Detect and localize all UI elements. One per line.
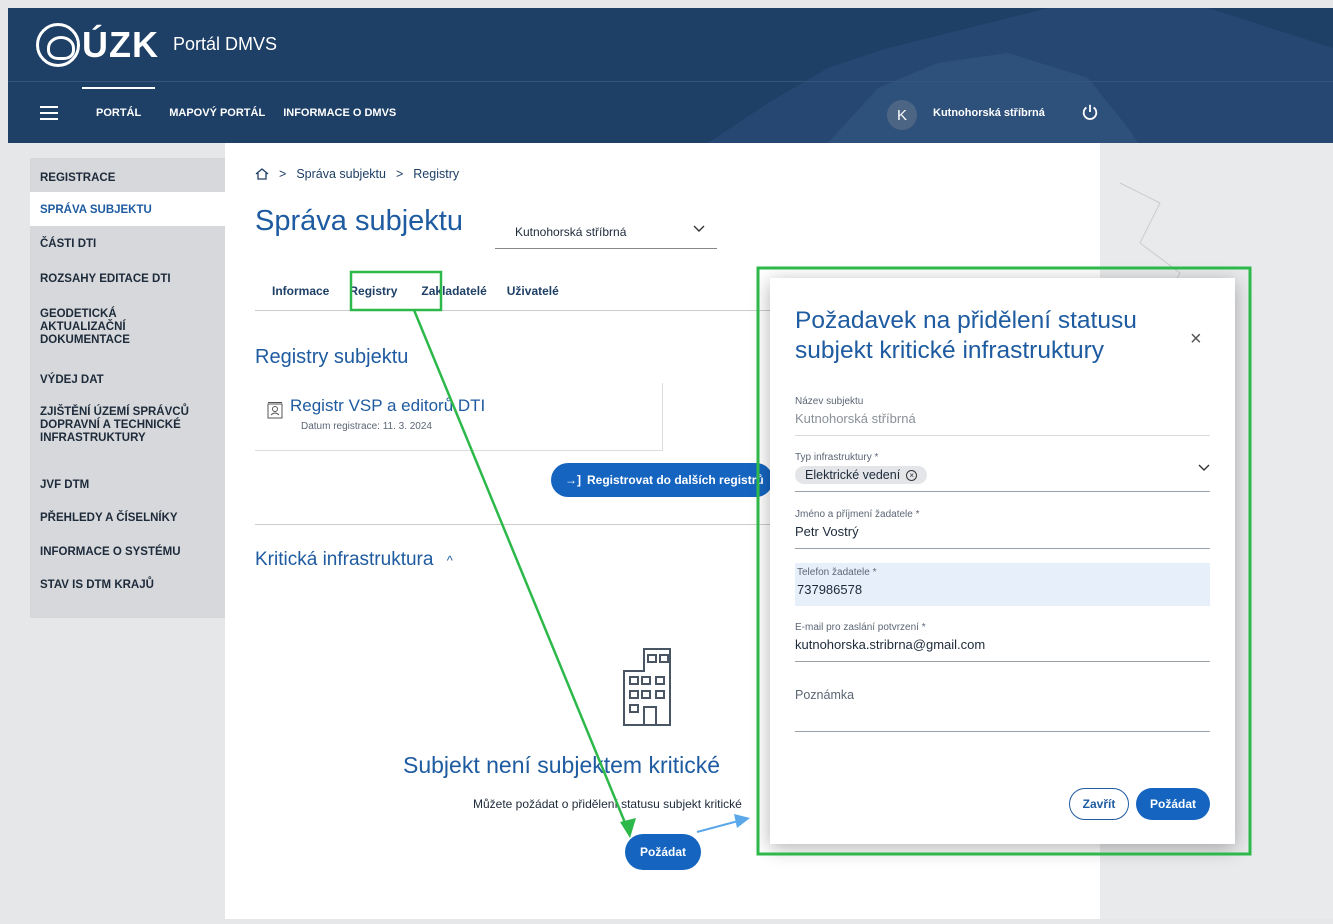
chevron-right-icon: >	[395, 167, 404, 181]
sidebar-item-rozsahy[interactable]: ROZSAHY EDITACE DTI	[30, 273, 225, 286]
subject-select[interactable]: Kutnohorská stříbrná	[495, 213, 717, 249]
applicant-name-label: Jméno a příjmení žadatele *	[795, 509, 920, 520]
breadcrumb-item-registry[interactable]: Registry	[413, 167, 459, 181]
user-avatar[interactable]: K	[887, 100, 917, 130]
subject-name-value: Kutnohorská stříbrná	[795, 411, 916, 426]
close-icon[interactable]: ×	[1190, 328, 1202, 351]
portal-name: Portál DMVS	[173, 34, 278, 54]
infra-type-chip-label: Elektrické vedení	[805, 468, 901, 482]
sidebar-item-casti-dti[interactable]: ČÁSTI DTI	[30, 238, 225, 251]
registry-card[interactable]: Registr VSP a editorů DTI Datum registra…	[255, 383, 663, 451]
sidebar-item-zjisteni[interactable]: ZJIŠTĚNÍ ÚZEMÍ SPRÁVCŮ DOPRAVNÍ A TECHNI…	[30, 406, 225, 445]
logo-emblem-icon	[36, 22, 80, 67]
dialog-title: Požadavek na přidělení statusu subjekt k…	[795, 307, 1137, 364]
nav-portal[interactable]: PORTÁL	[81, 83, 156, 143]
critical-section-label: Kritická infrastruktura	[255, 549, 434, 570]
cuzk-logo[interactable]: ÚZK	[36, 22, 159, 67]
chevron-up-icon: ^	[446, 553, 453, 568]
chevron-down-icon	[693, 225, 705, 232]
email-field[interactable]: E-mail pro zaslání potvrzení * kutnohors…	[795, 622, 1210, 662]
sidebar-item-jvf[interactable]: JVF DTM	[30, 479, 225, 492]
chevron-down-icon	[1198, 464, 1210, 471]
subject-name-label: Název subjektu	[795, 396, 864, 407]
applicant-phone-label: Telefon žadatele *	[797, 567, 877, 578]
registry-card-icon	[267, 402, 283, 419]
main-nav: PORTÁL MAPOVÝ PORTÁL INFORMACE O DMVS K …	[8, 83, 1333, 143]
tab-uzivatele[interactable]: Uživatelé	[507, 284, 559, 310]
nav-map-portal[interactable]: MAPOVÝ PORTÁL	[169, 83, 265, 143]
note-field[interactable]: Poznámka	[795, 688, 1210, 732]
breadcrumb-item-sprava[interactable]: Správa subjektu	[296, 167, 386, 181]
critical-section-title[interactable]: Kritická infrastruktura ^	[255, 549, 453, 571]
applicant-name-field[interactable]: Jméno a příjmení žadatele * Petr Vostrý	[795, 509, 1210, 549]
subject-name-field: Název subjektu Kutnohorská stříbrná	[795, 396, 1210, 436]
register-more-button[interactable]: →] Registrovat do dalších registrů	[551, 463, 773, 497]
empty-state-text: Můžete požádat o přidělení statusu subje…	[473, 797, 742, 811]
sidebar-item-vydej-dat[interactable]: VÝDEJ DAT	[30, 374, 225, 387]
tab-registry[interactable]: Registry	[349, 284, 397, 310]
sidebar-item-informace[interactable]: INFORMACE O SYSTÉMU	[30, 546, 225, 559]
sidebar-item-sprava-subjektu[interactable]: SPRÁVA SUBJEKTU	[30, 192, 225, 226]
infra-type-select[interactable]: Typ infrastruktury * Elektrické vedení ×	[795, 452, 1210, 492]
login-arrow-icon: →]	[565, 473, 581, 487]
register-more-label: Registrovat do dalších registrů	[587, 473, 764, 487]
sidebar-item-geodeticka[interactable]: GEODETICKÁ AKTUALIZAČNÍ DOKUMENTACE	[30, 308, 225, 347]
sidebar-item-stav[interactable]: STAV IS DTM KRAJŮ	[30, 579, 225, 592]
registry-card-date: Datum registrace: 11. 3. 2024	[301, 421, 432, 432]
chevron-right-icon: >	[279, 167, 287, 181]
menu-icon[interactable]	[40, 106, 58, 120]
note-label: Poznámka	[795, 688, 855, 702]
infra-type-chip[interactable]: Elektrické vedení ×	[795, 466, 928, 484]
brand-bar: ÚZK Portál DMVS	[8, 8, 1333, 82]
request-dialog: Požadavek na přidělení statusu subjekt k…	[770, 278, 1235, 844]
top-header: ÚZK Portál DMVS PORTÁL MAPOVÝ PORTÁL INF…	[8, 8, 1333, 143]
email-value: kutnohorska.stribrna@gmail.com	[795, 637, 986, 652]
registry-card-title: Registr VSP a editorů DTI	[290, 396, 486, 415]
building-icon	[623, 648, 671, 726]
logo-text: ÚZK	[82, 23, 159, 65]
email-label: E-mail pro zaslání potvrzení *	[795, 622, 926, 633]
sidebar: REGISTRACE SPRÁVA SUBJEKTU ČÁSTI DTI ROZ…	[30, 158, 225, 618]
page-title: Správa subjektu	[255, 205, 463, 237]
subject-select-value: Kutnohorská stříbrná	[515, 225, 627, 239]
applicant-phone-value: 737986578	[797, 582, 863, 597]
tab-bar: Informace Registry Zakladatelé Uživatelé	[255, 271, 775, 311]
user-name[interactable]: Kutnohorská stříbrná	[933, 107, 1045, 119]
section-divider	[255, 524, 775, 525]
logout-power-icon[interactable]	[1081, 103, 1099, 121]
tab-informace[interactable]: Informace	[272, 284, 329, 310]
infra-type-label: Typ infrastruktury *	[795, 452, 879, 463]
registry-section-title: Registry subjektu	[255, 346, 409, 368]
sidebar-item-registrace[interactable]: REGISTRACE	[30, 172, 225, 185]
empty-state-title: Subjekt není subjektem kritické	[403, 752, 721, 778]
tab-zakladatele[interactable]: Zakladatelé	[421, 284, 486, 310]
home-icon[interactable]	[255, 168, 269, 180]
sidebar-item-prehledy[interactable]: PŘEHLEDY A ČÍSELNÍKY	[30, 512, 225, 525]
chip-remove-icon[interactable]: ×	[906, 469, 918, 481]
applicant-name-value: Petr Vostrý	[795, 524, 859, 539]
applicant-phone-field[interactable]: Telefon žadatele * 737986578	[795, 563, 1210, 606]
breadcrumb: > Správa subjektu > Registry	[255, 167, 459, 181]
dialog-close-button[interactable]: Zavřít	[1069, 788, 1129, 820]
nav-dmvs-info[interactable]: INFORMACE O DMVS	[283, 83, 396, 143]
dialog-submit-button[interactable]: Požádat	[1136, 788, 1210, 820]
request-status-button[interactable]: Požádat	[625, 834, 701, 870]
